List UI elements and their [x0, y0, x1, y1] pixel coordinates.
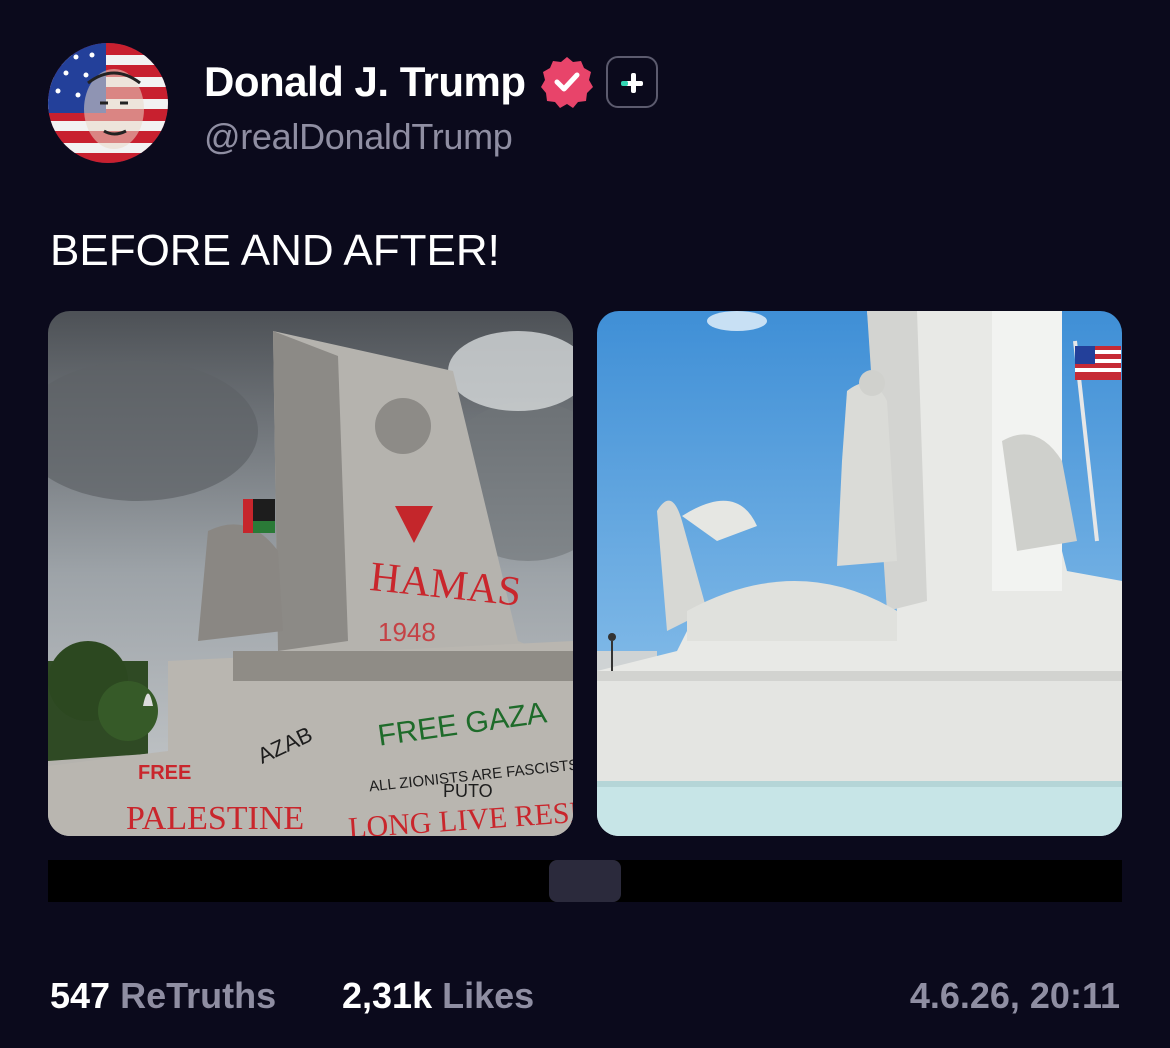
truth-plus-icon	[605, 56, 658, 108]
truth-post: Donald J. Trump @realDonaldTrump BEFORE …	[0, 0, 1170, 1048]
before-image[interactable]: HAMAS 1948 FREE GAZA AZAB ALL ZIONISTS A…	[48, 311, 573, 836]
svg-text:PALESTINE: PALESTINE	[126, 800, 304, 836]
before-photo: HAMAS 1948 FREE GAZA AZAB ALL ZIONISTS A…	[48, 311, 573, 836]
retruths-label: ReTruths	[120, 975, 277, 1016]
svg-text:1948: 1948	[378, 617, 436, 647]
display-name[interactable]: Donald J. Trump	[204, 58, 526, 106]
media-scrollbar-thumb[interactable]	[549, 860, 621, 902]
retruths-stat[interactable]: 547 ReTruths	[50, 975, 276, 1017]
post-timestamp[interactable]: 4.6.26, 20:11	[910, 975, 1120, 1017]
name-row: Donald J. Trump	[204, 52, 658, 112]
likes-stat[interactable]: 2,31k Likes	[342, 975, 534, 1017]
after-photo	[597, 311, 1122, 836]
user-handle[interactable]: @realDonaldTrump	[204, 116, 513, 158]
retruths-count: 547	[50, 975, 111, 1016]
likes-label: Likes	[442, 975, 535, 1016]
likes-count: 2,31k	[342, 975, 433, 1016]
after-image[interactable]	[597, 311, 1122, 836]
svg-text:FREE: FREE	[138, 762, 191, 784]
avatar[interactable]	[48, 43, 168, 163]
post-stats: 547 ReTruths 2,31k Likes 4.6.26, 20:11	[50, 975, 1120, 1025]
verified-badge-icon	[540, 57, 593, 108]
avatar-image	[48, 43, 168, 163]
post-text: BEFORE AND AFTER!	[50, 226, 500, 275]
svg-text:PUTO: PUTO	[443, 781, 493, 801]
